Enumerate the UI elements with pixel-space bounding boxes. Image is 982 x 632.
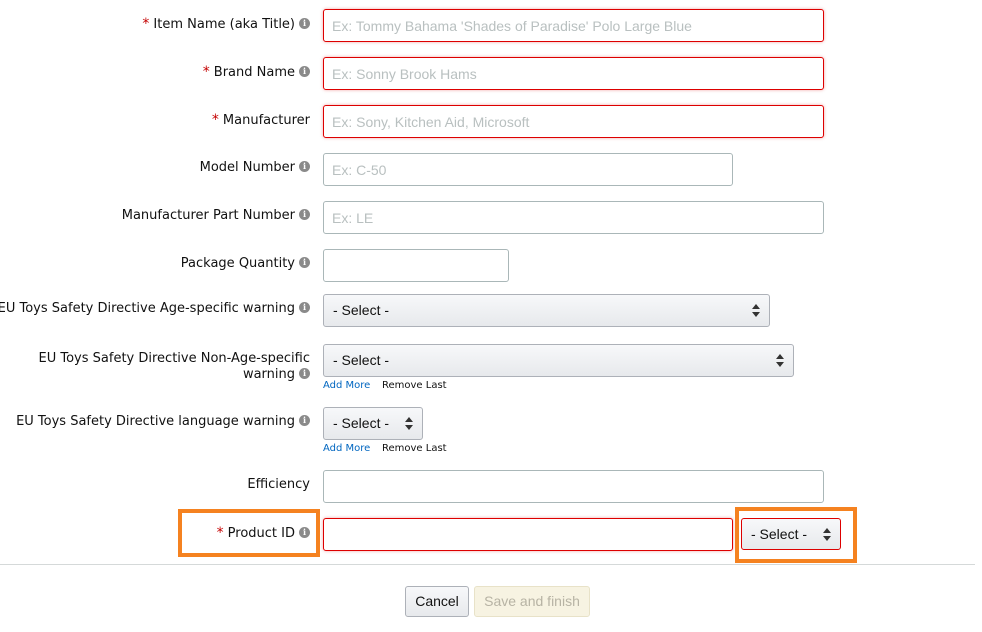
add-more-link[interactable]: Add More	[323, 380, 370, 392]
required-marker: *	[142, 16, 150, 32]
sort-arrows-icon	[776, 354, 784, 367]
manufacturer-part-number-input[interactable]	[323, 201, 824, 234]
manufacturer-part-number-label: Manufacturer Part Number i	[122, 208, 310, 224]
eu-non-age-warning-label: EU Toys Safety Directive Non-Age-specifi…	[38, 351, 310, 382]
remove-last-link[interactable]: Remove Last	[382, 380, 447, 392]
info-icon[interactable]: i	[299, 257, 310, 268]
product-id-input[interactable]	[323, 518, 733, 551]
product-id-label: * Product ID i	[217, 525, 310, 542]
brand-name-input[interactable]	[323, 57, 824, 90]
efficiency-label: Efficiency	[247, 477, 310, 492]
brand-name-label: * Brand Name i	[203, 64, 310, 81]
save-and-finish-button[interactable]: Save and finish	[474, 586, 590, 617]
info-icon[interactable]: i	[299, 368, 310, 379]
eu-language-warning-label: EU Toys Safety Directive language warnin…	[16, 414, 310, 430]
info-icon[interactable]: i	[299, 18, 310, 29]
info-icon[interactable]: i	[299, 415, 310, 426]
info-icon[interactable]: i	[299, 527, 310, 538]
model-number-input[interactable]	[323, 153, 733, 186]
product-id-type-select[interactable]: - Select -	[741, 518, 841, 550]
package-quantity-label: Package Quantity i	[181, 256, 310, 272]
info-icon[interactable]: i	[299, 302, 310, 313]
item-name-input[interactable]	[323, 9, 824, 42]
add-more-link[interactable]: Add More	[323, 443, 370, 455]
info-icon[interactable]: i	[299, 161, 310, 172]
eu-non-age-warning-select[interactable]: - Select -	[323, 344, 794, 377]
remove-last-link[interactable]: Remove Last	[382, 443, 447, 455]
info-icon[interactable]: i	[299, 209, 310, 220]
model-number-label: Model Number i	[200, 160, 310, 176]
sort-arrows-icon	[823, 528, 831, 541]
eu-age-warning-label: EU Toys Safety Directive Age-specific wa…	[0, 301, 310, 317]
required-marker: *	[211, 112, 219, 128]
package-quantity-input[interactable]	[323, 249, 509, 282]
eu-age-warning-select[interactable]: - Select -	[323, 294, 770, 327]
required-marker: *	[202, 64, 210, 80]
efficiency-input[interactable]	[323, 470, 824, 503]
footer-divider	[0, 564, 975, 565]
manufacturer-input[interactable]	[323, 105, 824, 138]
cancel-button[interactable]: Cancel	[405, 586, 469, 617]
item-name-label: * Item Name (aka Title) i	[142, 16, 310, 33]
sort-arrows-icon	[405, 417, 413, 430]
required-marker: *	[216, 525, 224, 541]
info-icon[interactable]: i	[299, 66, 310, 77]
manufacturer-label: * Manufacturer	[211, 112, 310, 128]
sort-arrows-icon	[752, 304, 760, 317]
eu-language-warning-select[interactable]: - Select -	[323, 407, 423, 440]
